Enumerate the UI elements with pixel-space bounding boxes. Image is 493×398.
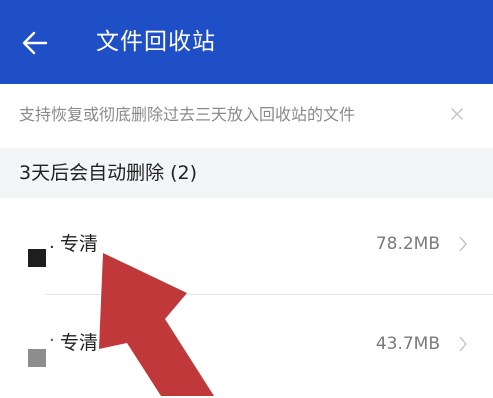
name-fragment: · <box>49 237 55 258</box>
chevron-right-icon <box>459 336 467 352</box>
notice-text: 支持恢复或彻底删除过去三天放入回收站的文件 <box>19 105 356 124</box>
page-title: 文件回收站 <box>96 29 216 55</box>
divider <box>45 294 493 295</box>
back-arrow-icon[interactable] <box>20 28 50 58</box>
file-size: 78.2MB <box>375 234 440 254</box>
file-row[interactable]: · 专清 43.7MB <box>0 296 493 398</box>
file-size: 43.7MB <box>375 334 440 354</box>
file-thumbnail <box>28 349 46 367</box>
close-icon[interactable] <box>447 104 467 124</box>
file-name: 专清 <box>60 233 99 255</box>
section-header: 3天后会自动删除 (2) <box>0 148 493 198</box>
name-fragment: · <box>49 330 55 351</box>
file-thumbnail <box>28 249 46 267</box>
section-label: 3天后会自动删除 (2) <box>19 162 198 184</box>
chevron-right-icon <box>459 236 467 252</box>
notice-banner: 支持恢复或彻底删除过去三天放入回收站的文件 <box>0 84 493 148</box>
file-row[interactable]: · 专清 78.2MB <box>0 198 493 300</box>
app-header: 文件回收站 <box>0 0 493 84</box>
file-name: 专清 <box>60 332 99 354</box>
